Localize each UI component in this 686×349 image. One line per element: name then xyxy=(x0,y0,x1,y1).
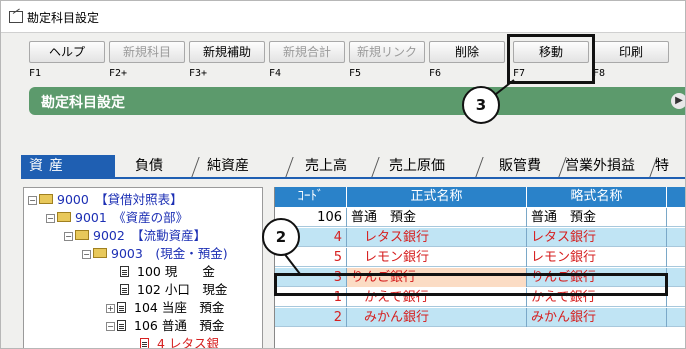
callout-2: 2 xyxy=(262,218,300,256)
cell-short: 普通 預金 xyxy=(527,208,667,227)
account-grid: ｺｰﾄﾞ 正式名称 略式名称 106 普通 預金 普通 預金 4 レタス銀行 レ… xyxy=(274,187,685,348)
fkey-label: F1 xyxy=(29,68,42,79)
delete-button[interactable]: 削除 xyxy=(429,41,505,63)
tree-node[interactable]: 4 レタス銀 xyxy=(140,336,219,349)
tree-node-code: 106 xyxy=(134,318,158,333)
folder-icon xyxy=(75,230,89,240)
column-header-code[interactable]: ｺｰﾄﾞ xyxy=(275,187,347,207)
section-title: 勘定科目設定 xyxy=(41,95,125,111)
app-icon xyxy=(9,11,23,23)
collapse-icon[interactable]: − xyxy=(46,214,55,223)
fkey-label: F3+ xyxy=(189,68,208,79)
tree-node-code: 104 xyxy=(134,300,158,315)
tree-node[interactable]: − 9003 (現金・預金) xyxy=(82,246,228,262)
document-icon xyxy=(140,338,149,348)
collapse-icon[interactable]: − xyxy=(106,322,115,331)
callout-3: 3 xyxy=(462,86,500,124)
account-tree: −9000 【貸借対照表】 −9001 《資産の部》 −9002 【流動資産】 … xyxy=(23,187,263,349)
document-icon xyxy=(117,302,126,313)
tree-node-name: 当座 預金 xyxy=(161,300,225,315)
tree-node-name: 【流動資産】 xyxy=(137,228,207,243)
folder-icon xyxy=(93,248,107,258)
table-row[interactable]: 5 レモン銀行 レモン銀行 xyxy=(275,248,685,267)
fkey-label: F2+ xyxy=(109,68,128,79)
tree-node-name: 現 金 xyxy=(164,264,215,279)
fkey-label: F6 xyxy=(429,68,442,79)
tab-liabilities[interactable]: 負債 xyxy=(127,155,163,177)
collapse-icon[interactable]: − xyxy=(64,232,73,241)
move-button-highlight xyxy=(507,34,595,84)
collapse-icon[interactable]: − xyxy=(28,196,37,205)
tree-node[interactable]: − 9000 【貸借対照表】 xyxy=(28,192,183,208)
cell-code: 2 xyxy=(275,308,347,327)
cell-name: レタス銀行 xyxy=(347,228,527,247)
tree-node-code: 9003 xyxy=(111,246,143,261)
tree-node-name: (現金・預金) xyxy=(155,246,228,261)
cell-short: レタス銀行 xyxy=(527,228,667,247)
cell-short: レモン銀行 xyxy=(527,248,667,267)
table-row[interactable]: 2 みかん銀行 みかん銀行 xyxy=(275,308,685,327)
new-link-button[interactable]: 新規リンク xyxy=(349,41,425,63)
tree-node[interactable]: − 106 普通 預金 xyxy=(106,318,224,334)
title-bar: 勘定科目設定 xyxy=(1,1,685,33)
column-header-name[interactable]: 正式名称 xyxy=(347,187,527,207)
table-row[interactable]: 4 レタス銀行 レタス銀行 xyxy=(275,228,685,247)
document-icon xyxy=(120,266,129,277)
cell-name: レモン銀行 xyxy=(347,248,527,267)
document-icon xyxy=(120,284,129,295)
tab-separator xyxy=(285,157,294,177)
new-total-button[interactable]: 新規合計 xyxy=(269,41,345,63)
tree-node-name: レタス銀 xyxy=(168,336,219,349)
tree-node[interactable]: 102 小口 現金 xyxy=(120,282,227,298)
tree-node-code: 9001 xyxy=(75,210,107,225)
tab-cost-of-sales[interactable]: 売上原価 xyxy=(381,155,445,177)
tab-non-operating[interactable]: 営業外損益 xyxy=(557,155,635,177)
expand-icon[interactable]: + xyxy=(106,304,115,313)
document-icon xyxy=(117,320,126,331)
folder-icon xyxy=(39,194,53,204)
tree-node-code: 4 xyxy=(157,336,165,349)
tab-extraordinary[interactable]: 特 xyxy=(647,155,669,177)
tree-node-name: 普通 預金 xyxy=(161,318,225,333)
tree-node-name: 【貸借対照表】 xyxy=(101,192,183,207)
tree-node-name: 小口 現金 xyxy=(164,282,228,297)
tree-node-code: 9000 xyxy=(57,192,89,207)
collapse-icon[interactable]: ▶ xyxy=(671,93,685,109)
table-row[interactable]: 106 普通 預金 普通 預金 xyxy=(275,208,685,227)
tree-node-code: 9002 xyxy=(93,228,125,243)
cell-name: みかん銀行 xyxy=(347,308,527,327)
cell-short: みかん銀行 xyxy=(527,308,667,327)
tab-sga[interactable]: 販管費 xyxy=(491,155,541,177)
fkey-label: F5 xyxy=(349,68,362,79)
fkey-label: F4 xyxy=(269,68,282,79)
section-header: 勘定科目設定 ▶ xyxy=(29,87,685,115)
tree-node[interactable]: − 9001 《資産の部》 xyxy=(46,210,188,226)
tree-node[interactable]: − 9002 【流動資産】 xyxy=(64,228,206,244)
grid-header: ｺｰﾄﾞ 正式名称 略式名称 xyxy=(275,187,685,207)
tab-separator xyxy=(371,157,380,177)
tab-sales[interactable]: 売上高 xyxy=(297,155,347,177)
collapse-icon[interactable]: − xyxy=(82,250,91,259)
tab-net-assets[interactable]: 純資産 xyxy=(199,155,249,177)
column-header-short[interactable]: 略式名称 xyxy=(527,187,667,207)
tree-node[interactable]: 100 現 金 xyxy=(120,264,215,280)
print-button[interactable]: 印刷 xyxy=(593,41,669,63)
tree-node[interactable]: +104 当座 預金 xyxy=(106,300,224,316)
selected-row-highlight xyxy=(274,273,668,296)
help-button[interactable]: ヘルプ xyxy=(29,41,105,63)
tab-separator xyxy=(475,157,484,177)
window-title: 勘定科目設定 xyxy=(27,11,100,25)
new-account-button[interactable]: 新規科目 xyxy=(109,41,185,63)
tree-node-code: 100 xyxy=(137,264,161,279)
folder-icon xyxy=(57,212,71,222)
category-tabs: 資産 負債 純資産 売上高 売上原価 販管費 営業外損益 特 xyxy=(21,155,685,179)
tree-node-code: 102 xyxy=(137,282,161,297)
tree-node-name: 《資産の部》 xyxy=(119,210,189,225)
new-sub-button[interactable]: 新規補助 xyxy=(189,41,265,63)
cell-name: 普通 預金 xyxy=(347,208,527,227)
tab-assets[interactable]: 資産 xyxy=(21,155,115,177)
